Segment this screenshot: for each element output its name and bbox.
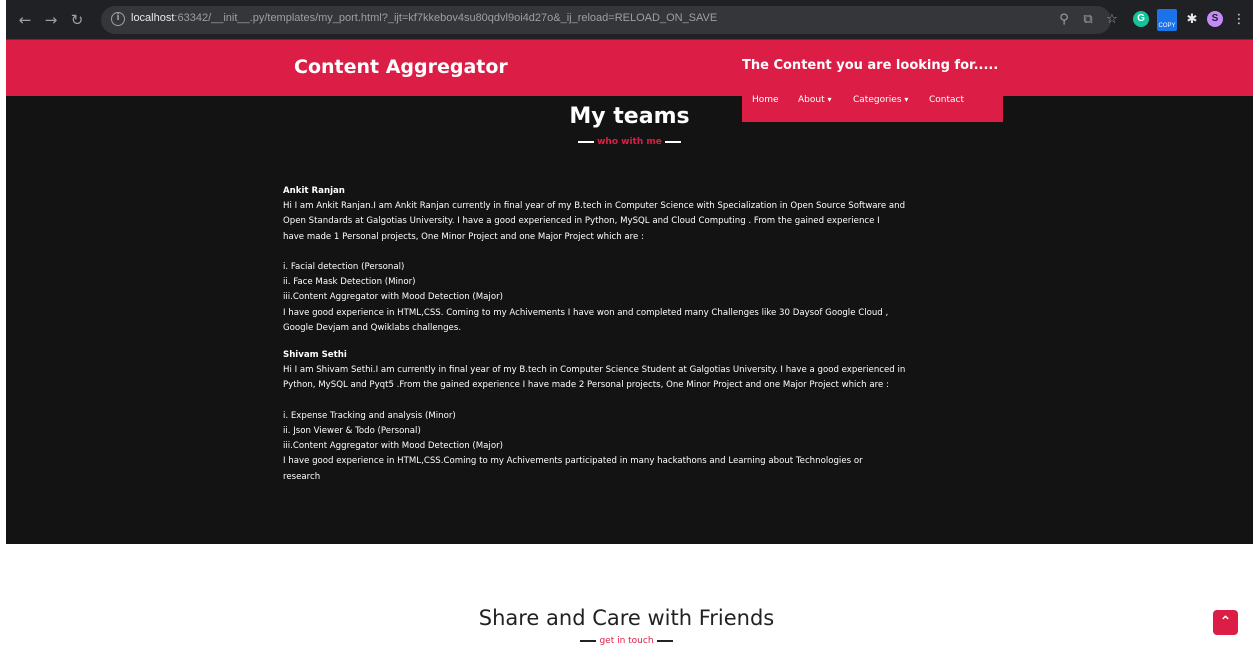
teams-title: My teams bbox=[569, 104, 690, 129]
member-name: Ankit Ranjan bbox=[283, 186, 345, 196]
nav-contact[interactable]: Contact bbox=[929, 95, 964, 105]
divider-right bbox=[656, 639, 673, 642]
bio-line: Hi I am Shivam Sethi.I am currently in f… bbox=[283, 365, 906, 376]
team-member-shivam: Shivam Sethi Hi I am Shivam Sethi.I am c… bbox=[283, 348, 993, 485]
teams-subtitle: who with me bbox=[6, 137, 1253, 147]
browser-toolbar: ← → ↻ i localhost:63342/__init__.py/temp… bbox=[6, 0, 1253, 40]
share-icon[interactable]: ⧉ bbox=[1079, 11, 1097, 29]
nav-categories[interactable]: Categories ▾ bbox=[853, 95, 908, 105]
project-item: iii.Content Aggregator with Mood Detecti… bbox=[283, 292, 503, 303]
bio-line: Python, MySQL and Pyqt5 .From the gained… bbox=[283, 380, 889, 391]
bio-line: Hi I am Ankit Ranjan.I am Ankit Ranjan c… bbox=[283, 201, 906, 212]
site-logo[interactable]: Content Aggregator bbox=[294, 56, 508, 78]
project-item: ii. Json Viewer & Todo (Personal) bbox=[283, 426, 421, 436]
experience-line: research bbox=[283, 471, 321, 482]
share-subtitle: get in touch bbox=[0, 636, 1253, 646]
project-item: ii. Face Mask Detection (Minor) bbox=[283, 277, 416, 288]
divider-left bbox=[580, 639, 597, 642]
reload-icon[interactable]: ↻ bbox=[68, 11, 86, 29]
project-item: iii.Content Aggregator with Mood Detecti… bbox=[283, 441, 503, 452]
bookmark-star-icon[interactable]: ☆ bbox=[1103, 11, 1121, 29]
url-text[interactable]: localhost:63342/__init__.py/templates/my… bbox=[131, 12, 717, 24]
nav-about[interactable]: About ▾ bbox=[798, 95, 832, 105]
url-path: :63342/__init__.py/templates/my_port.htm… bbox=[174, 12, 718, 24]
main-nav: Home About ▾ Categories ▾ Contact bbox=[742, 95, 1003, 122]
bio-line: Open Standards at Galgotias University. … bbox=[283, 216, 880, 227]
profile-avatar-icon[interactable]: S bbox=[1207, 11, 1223, 27]
nav-home[interactable]: Home bbox=[752, 95, 779, 105]
member-name: Shivam Sethi bbox=[283, 350, 347, 360]
address-bar[interactable]: i localhost:63342/__init__.py/templates/… bbox=[101, 6, 1111, 34]
grammarly-icon[interactable]: G bbox=[1133, 11, 1149, 27]
share-title: Share and Care with Friends bbox=[478, 606, 775, 630]
experience-line: I have good experience in HTML,CSS.Comin… bbox=[283, 456, 863, 467]
teams-subtitle-text: who with me bbox=[597, 137, 662, 147]
forward-arrow-icon[interactable]: → bbox=[42, 11, 60, 29]
zoom-icon[interactable]: ⚲ bbox=[1055, 11, 1073, 29]
nav-categories-label: Categories bbox=[853, 95, 902, 105]
bio-line: have made 1 Personal projects, One Minor… bbox=[283, 231, 644, 242]
copy-extension-icon[interactable]: COPY bbox=[1157, 9, 1177, 31]
divider-left bbox=[578, 140, 595, 143]
site-header: Content Aggregator The Content you are l… bbox=[6, 40, 1253, 96]
kebab-menu-icon[interactable]: ⋮ bbox=[1230, 11, 1248, 29]
caret-down-icon: ▾ bbox=[904, 95, 909, 104]
caret-down-icon: ▾ bbox=[827, 95, 832, 104]
back-to-top-button[interactable]: ⌃ bbox=[1213, 610, 1238, 635]
copy-extension-label: COPY bbox=[1158, 23, 1176, 29]
back-arrow-icon[interactable]: ← bbox=[16, 11, 34, 29]
teams-section: My teams who with me Ankit Ranjan Hi I a… bbox=[6, 96, 1253, 544]
url-host: localhost bbox=[131, 12, 175, 24]
project-item: i. Expense Tracking and analysis (Minor) bbox=[283, 410, 456, 421]
info-icon[interactable]: i bbox=[111, 12, 125, 26]
chevron-up-icon: ⌃ bbox=[1219, 614, 1232, 630]
experience-line: Google Devjam and Qwiklabs challenges. bbox=[283, 322, 462, 333]
nav-about-label: About bbox=[798, 95, 825, 105]
team-member-ankit: Ankit Ranjan Hi I am Ankit Ranjan.I am A… bbox=[283, 184, 993, 336]
divider-right bbox=[664, 140, 681, 143]
share-subtitle-text: get in touch bbox=[599, 636, 654, 646]
puzzle-extensions-icon[interactable]: ✱ bbox=[1183, 11, 1201, 29]
experience-line: I have good experience in HTML,CSS. Comi… bbox=[283, 307, 889, 318]
project-item: i. Facial detection (Personal) bbox=[283, 262, 405, 272]
site-tagline: The Content you are looking for..... bbox=[742, 58, 999, 73]
